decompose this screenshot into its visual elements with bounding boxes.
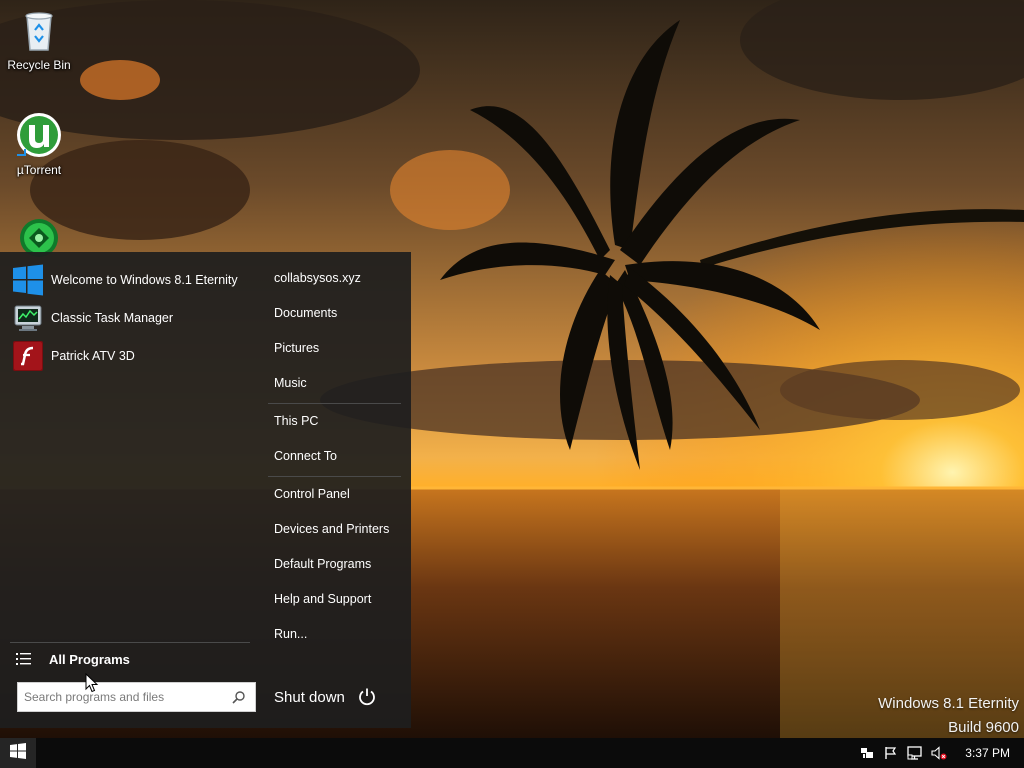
utorrent-icon bbox=[15, 111, 63, 159]
desktop-icon-utorrent[interactable]: µTorrent bbox=[1, 111, 77, 177]
place-help-and-support[interactable]: Help and Support bbox=[274, 588, 371, 610]
power-icon bbox=[357, 687, 377, 707]
os-watermark-build: Build 9600 bbox=[948, 719, 1019, 736]
list-icon bbox=[16, 652, 32, 666]
place-this-pc[interactable]: This PC bbox=[274, 410, 318, 432]
search-box bbox=[17, 682, 256, 712]
start-button[interactable] bbox=[0, 738, 36, 768]
flag-icon[interactable] bbox=[883, 745, 899, 761]
start-menu-programs-pane: Welcome to Windows 8.1 Eternity Classic … bbox=[0, 252, 260, 728]
desktop-icon-label: Recycle Bin bbox=[7, 58, 71, 72]
start-menu-places-pane: collabsysos.xyz Documents Pictures Music… bbox=[262, 252, 411, 728]
system-tray: 3:37 PM bbox=[859, 738, 1024, 768]
taskbar: 3:37 PM bbox=[0, 738, 1024, 768]
divider bbox=[268, 403, 401, 404]
os-watermark-title: Windows 8.1 Eternity bbox=[878, 695, 1019, 712]
place-pictures[interactable]: Pictures bbox=[274, 337, 319, 359]
divider bbox=[10, 642, 250, 643]
place-documents[interactable]: Documents bbox=[274, 302, 337, 324]
network-icon[interactable] bbox=[907, 745, 923, 761]
place-music[interactable]: Music bbox=[274, 372, 307, 394]
place-default-programs[interactable]: Default Programs bbox=[274, 553, 371, 575]
divider bbox=[268, 476, 401, 477]
recycle-bin-icon bbox=[15, 6, 63, 54]
place-control-panel[interactable]: Control Panel bbox=[274, 483, 350, 505]
place-user-folder[interactable]: collabsysos.xyz bbox=[274, 267, 361, 289]
desktop-icon-recycle-bin[interactable]: Recycle Bin bbox=[1, 6, 77, 72]
search-input[interactable] bbox=[18, 683, 229, 711]
volume-muted-icon[interactable] bbox=[931, 745, 947, 761]
action-center-icon[interactable] bbox=[859, 745, 875, 761]
all-programs-button[interactable]: All Programs bbox=[16, 648, 130, 670]
search-icon[interactable] bbox=[229, 687, 249, 707]
task-manager-icon bbox=[12, 302, 44, 334]
place-connect-to[interactable]: Connect To bbox=[274, 445, 337, 467]
taskbar-clock[interactable]: 3:37 PM bbox=[965, 746, 1010, 760]
start-menu: Welcome to Windows 8.1 Eternity Classic … bbox=[0, 252, 411, 728]
shutdown-label: Shut down bbox=[274, 688, 345, 706]
place-run[interactable]: Run... bbox=[274, 623, 307, 645]
windows-logo-icon bbox=[12, 264, 44, 296]
program-item-label: Classic Task Manager bbox=[51, 311, 174, 325]
program-item-welcome[interactable]: Welcome to Windows 8.1 Eternity bbox=[12, 263, 252, 297]
desktop-icon-label: µTorrent bbox=[16, 163, 62, 177]
windows-logo-icon bbox=[10, 742, 26, 764]
place-devices-and-printers[interactable]: Devices and Printers bbox=[274, 518, 389, 540]
shutdown-button[interactable]: Shut down bbox=[274, 685, 377, 709]
program-item-patrick-atv-3d[interactable]: Patrick ATV 3D bbox=[12, 339, 252, 373]
program-item-label: Patrick ATV 3D bbox=[51, 349, 135, 363]
mouse-cursor-icon bbox=[85, 672, 99, 693]
program-item-label: Welcome to Windows 8.1 Eternity bbox=[51, 273, 238, 287]
flash-icon bbox=[12, 340, 44, 372]
program-item-classic-task-manager[interactable]: Classic Task Manager bbox=[12, 301, 252, 335]
all-programs-label: All Programs bbox=[49, 651, 130, 667]
